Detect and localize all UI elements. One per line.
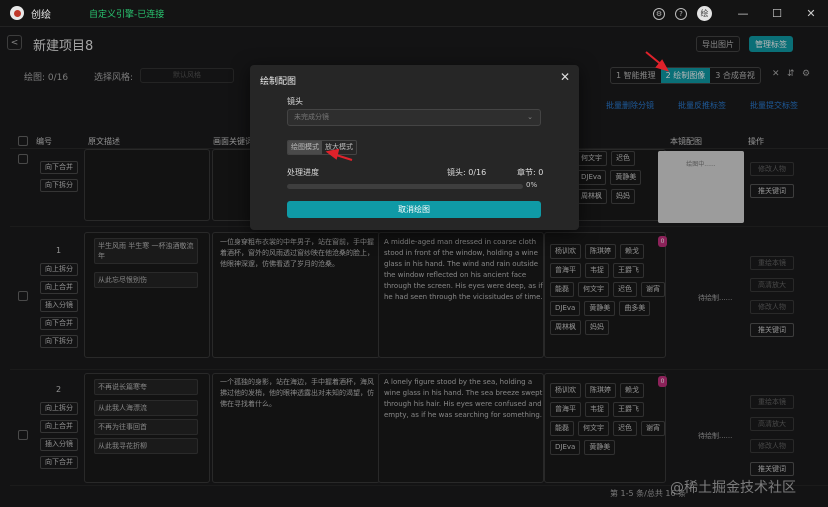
help-icon[interactable]: ? xyxy=(675,7,687,20)
tab-draw-mode[interactable]: 绘图模式 xyxy=(288,141,322,154)
shots-progress: 镜头: 0/16 xyxy=(447,168,487,177)
shot-select-value: 未完成分镜 xyxy=(294,113,329,121)
progress-label: 处理进度 xyxy=(287,168,319,177)
draw-images-dialog: 绘制配图 ✕ 镜头 未完成分镜 ⌄ 绘图模式 放大模式 处理进度 镜头: 0/1… xyxy=(250,65,579,230)
close-window-button[interactable]: ✕ xyxy=(794,0,828,27)
avatar[interactable]: 绘 xyxy=(697,6,712,21)
tab-upscale-mode[interactable]: 放大模式 xyxy=(322,141,356,154)
progress-percent: 0% xyxy=(526,181,538,189)
app-name: 创绘 xyxy=(31,9,51,21)
minimize-button[interactable]: — xyxy=(726,0,760,27)
dialog-title: 绘制配图 xyxy=(260,77,297,87)
settings-icon[interactable]: ⚙ xyxy=(653,7,665,20)
chapter-progress: 章节: 0 xyxy=(517,168,544,177)
cancel-drawing-button[interactable]: 取消绘图 xyxy=(287,201,541,218)
app-logo-icon xyxy=(10,6,24,20)
progress-bar xyxy=(287,184,523,189)
engine-status: 自定义引擎-已连接 xyxy=(89,9,165,20)
chevron-down-icon: ⌄ xyxy=(527,113,533,121)
shot-select[interactable]: 未完成分镜 ⌄ xyxy=(287,109,541,126)
maximize-button[interactable]: ☐ xyxy=(760,0,794,27)
mode-tabs: 绘图模式 放大模式 xyxy=(287,140,357,155)
shot-label: 镜头 xyxy=(287,97,303,106)
close-icon[interactable]: ✕ xyxy=(560,70,570,84)
title-bar: 创绘 自定义引擎-已连接 ⚙ ? 绘 — ☐ ✕ xyxy=(0,0,828,27)
